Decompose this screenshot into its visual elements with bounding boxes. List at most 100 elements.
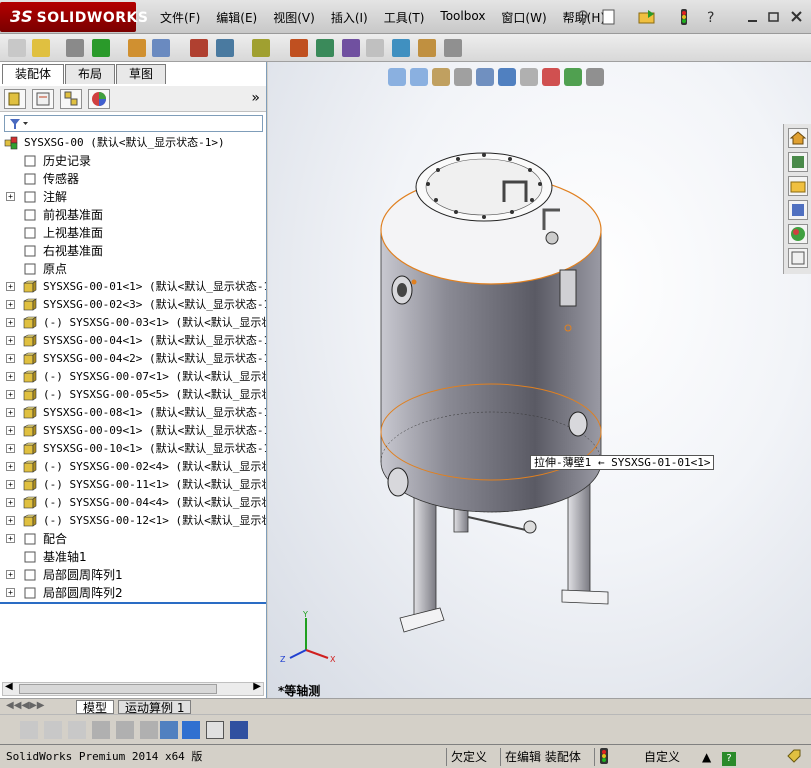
grid-view-icon[interactable]: [116, 721, 134, 739]
tree-item[interactable]: + SYSXSG-00-02<3> (默认<默认_显示状态-1: [0, 296, 266, 314]
show-hidden-icon[interactable]: [190, 39, 208, 57]
tree-expand-icon[interactable]: +: [6, 318, 15, 327]
tree-item[interactable]: + (-) SYSXSG-00-04<4> (默认<默认_显示状: [0, 494, 266, 512]
suppress-component-icon[interactable]: [68, 721, 86, 739]
traffic-light-icon[interactable]: [675, 8, 693, 26]
tree-item[interactable]: + 注解: [0, 188, 266, 206]
assembly-features-icon[interactable]: [216, 39, 234, 57]
insert-components-icon[interactable]: [32, 39, 50, 57]
tree-item[interactable]: + (-) SYSXSG-00-03<1> (默认<默认_显示状: [0, 314, 266, 332]
menu-tools[interactable]: 工具(T): [376, 9, 433, 26]
tree-item[interactable]: + SYSXSG-00-09<1> (默认<默认_显示状态-1: [0, 422, 266, 440]
tab-sketch[interactable]: 草图: [116, 64, 167, 84]
tree-expand-icon[interactable]: +: [6, 534, 15, 543]
pin-icon[interactable]: [574, 8, 592, 26]
graphics-area[interactable]: 拉伸-薄壁1 ← SYSXSG-01-01<1> Y X Z *等轴测: [268, 62, 811, 698]
custom-properties-icon[interactable]: [788, 248, 808, 268]
tree-expand-icon[interactable]: +: [6, 336, 15, 345]
feature-manager-icon[interactable]: [4, 89, 26, 109]
close-icon[interactable]: [788, 8, 806, 26]
table-view-icon[interactable]: [206, 721, 224, 739]
tree-item[interactable]: + 配合: [0, 530, 266, 548]
units-selector[interactable]: 自定义: [640, 748, 684, 766]
tree-item[interactable]: 基准轴1: [0, 548, 266, 566]
isometric-view-icon[interactable]: [182, 721, 200, 739]
tree-filter-box[interactable]: [4, 115, 263, 132]
tree-item[interactable]: 右视基准面: [0, 242, 266, 260]
tree-expand-icon[interactable]: +: [6, 462, 15, 471]
design-library-icon[interactable]: [788, 152, 808, 172]
tree-root[interactable]: SYSXSG-00 (默认<默认_显示状态-1>): [0, 134, 266, 152]
menu-window[interactable]: 窗口(W): [493, 9, 554, 26]
tree-expand-icon[interactable]: +: [6, 390, 15, 399]
mate-icon[interactable]: [66, 39, 84, 57]
new-motion-study-icon[interactable]: [290, 39, 308, 57]
help-question-icon[interactable]: ?: [703, 8, 721, 26]
instant3d-icon[interactable]: [392, 39, 410, 57]
tree-item[interactable]: 上视基准面: [0, 224, 266, 242]
tree-item[interactable]: 传感器: [0, 170, 266, 188]
smart-fasteners-icon[interactable]: [128, 39, 146, 57]
tree-item[interactable]: + SYSXSG-00-08<1> (默认<默认_显示状态-1: [0, 404, 266, 422]
tree-expand-icon[interactable]: +: [6, 372, 15, 381]
explode-line-icon[interactable]: [366, 39, 384, 57]
tree-item[interactable]: + SYSXSG-00-04<2> (默认<默认_显示状态-1: [0, 350, 266, 368]
tree-item[interactable]: + (-) SYSXSG-00-07<1> (默认<默认_显示状: [0, 368, 266, 386]
menu-edit[interactable]: 编辑(E): [208, 9, 265, 26]
tree-expand-icon[interactable]: +: [6, 354, 15, 363]
rebuild-status-icon[interactable]: [594, 748, 616, 766]
tree-item[interactable]: 前视基准面: [0, 206, 266, 224]
file-explorer-icon[interactable]: [788, 176, 808, 196]
menu-insert[interactable]: 插入(I): [323, 9, 376, 26]
display-manager-icon[interactable]: [88, 89, 110, 109]
tab-assembly[interactable]: 装配体: [2, 64, 65, 84]
appearances-icon[interactable]: [788, 224, 808, 244]
tree-expand-icon[interactable]: +: [6, 426, 15, 435]
tree-expand-icon[interactable]: +: [6, 516, 15, 525]
minimize-icon[interactable]: [744, 8, 762, 26]
quick-tips-icon[interactable]: ?: [718, 748, 740, 766]
menu-file[interactable]: 文件(F): [152, 9, 208, 26]
move-component-icon[interactable]: [152, 39, 170, 57]
tree-item[interactable]: + SYSXSG-00-10<1> (默认<默认_显示状态-1: [0, 440, 266, 458]
tree-expand-icon[interactable]: +: [6, 192, 15, 201]
tree-item[interactable]: 历史记录: [0, 152, 266, 170]
tree-expand-icon[interactable]: +: [6, 300, 15, 309]
edit-component-icon[interactable]: [8, 39, 26, 57]
tree-expand-icon[interactable]: +: [6, 444, 15, 453]
tab-nav-arrows-icon[interactable]: ◀◀◀▶▶: [6, 700, 44, 711]
solidworks-resources-icon[interactable]: [788, 128, 808, 148]
list-view-icon[interactable]: [92, 721, 110, 739]
edit-part-icon[interactable]: [20, 721, 38, 739]
view-palette-icon[interactable]: [788, 200, 808, 220]
linear-pattern-icon[interactable]: [92, 39, 110, 57]
tree-expand-icon[interactable]: +: [6, 570, 15, 579]
tab-layout[interactable]: 布局: [65, 64, 116, 84]
property-manager-icon[interactable]: [32, 89, 54, 109]
tree-item[interactable]: + 局部圆周阵列1: [0, 566, 266, 584]
tree-expand-icon[interactable]: +: [6, 282, 15, 291]
configuration-manager-icon[interactable]: [60, 89, 82, 109]
units-dropdown-icon[interactable]: ▲: [698, 748, 715, 766]
tree-item[interactable]: + (-) SYSXSG-00-12<1> (默认<默认_显示状: [0, 512, 266, 530]
tree-expand-icon[interactable]: +: [6, 498, 15, 507]
tree-item[interactable]: + (-) SYSXSG-00-11<1> (默认<默认_显示状: [0, 476, 266, 494]
menu-toolbox[interactable]: Toolbox: [432, 9, 493, 26]
shaded-view-icon[interactable]: [160, 721, 178, 739]
reference-geometry-icon[interactable]: [252, 39, 270, 57]
take-snapshot-icon[interactable]: [444, 39, 462, 57]
tree-item[interactable]: + (-) SYSXSG-00-05<5> (默认<默认_显示状: [0, 386, 266, 404]
tree-expand-icon[interactable]: +: [6, 408, 15, 417]
tree-item[interactable]: + 局部圆周阵列2: [0, 584, 266, 602]
tag-icon[interactable]: [782, 748, 806, 766]
scrollbar-thumb[interactable]: [19, 684, 217, 694]
open-folder-icon[interactable]: [638, 8, 656, 26]
exploded-view-icon[interactable]: [342, 39, 360, 57]
menu-view[interactable]: 视图(V): [265, 9, 323, 26]
tree-expand-icon[interactable]: +: [6, 588, 15, 597]
tree-item[interactable]: + SYSXSG-00-01<1> (默认<默认_显示状态-1: [0, 278, 266, 296]
tree-item[interactable]: + SYSXSG-00-04<1> (默认<默认_显示状态-1: [0, 332, 266, 350]
bill-of-materials-icon[interactable]: [316, 39, 334, 57]
tab-model[interactable]: 模型: [76, 700, 115, 715]
adjust-icon[interactable]: [140, 721, 158, 739]
